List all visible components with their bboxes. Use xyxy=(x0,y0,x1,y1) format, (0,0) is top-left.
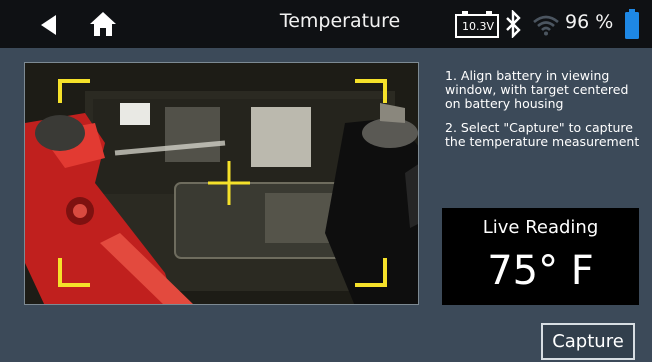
vehicle-battery-indicator: 10.3V xyxy=(454,9,500,39)
capture-button[interactable]: Capture xyxy=(541,323,635,360)
battery-camera-image xyxy=(25,63,418,304)
live-reading-value: 75° F xyxy=(487,248,594,294)
bluetooth-icon xyxy=(506,10,521,38)
back-button[interactable] xyxy=(36,12,62,38)
page-title: Temperature xyxy=(279,10,401,32)
back-arrow-icon xyxy=(41,15,56,35)
home-button[interactable] xyxy=(88,10,118,38)
battery-percent: 96 % xyxy=(565,11,614,33)
wifi-icon xyxy=(533,15,559,36)
live-reading-label: Live Reading xyxy=(482,217,599,238)
instruction-step-2: 2. Select "Capture" to capture the tempe… xyxy=(445,120,640,149)
instructions-panel: 1. Align battery in viewing window, with… xyxy=(445,69,645,159)
voltage-readout: 10.3V xyxy=(461,20,495,33)
temperature-screen: Temperature 10.3V 96 % 1. Align battery … xyxy=(0,0,652,362)
top-bar: Temperature 10.3V 96 % xyxy=(0,0,652,48)
instruction-step-1: 1. Align battery in viewing window, with… xyxy=(445,68,629,111)
home-icon xyxy=(90,12,116,36)
camera-viewfinder xyxy=(24,62,419,305)
device-battery-icon xyxy=(625,9,639,39)
live-reading-panel: Live Reading 75° F xyxy=(442,208,639,305)
